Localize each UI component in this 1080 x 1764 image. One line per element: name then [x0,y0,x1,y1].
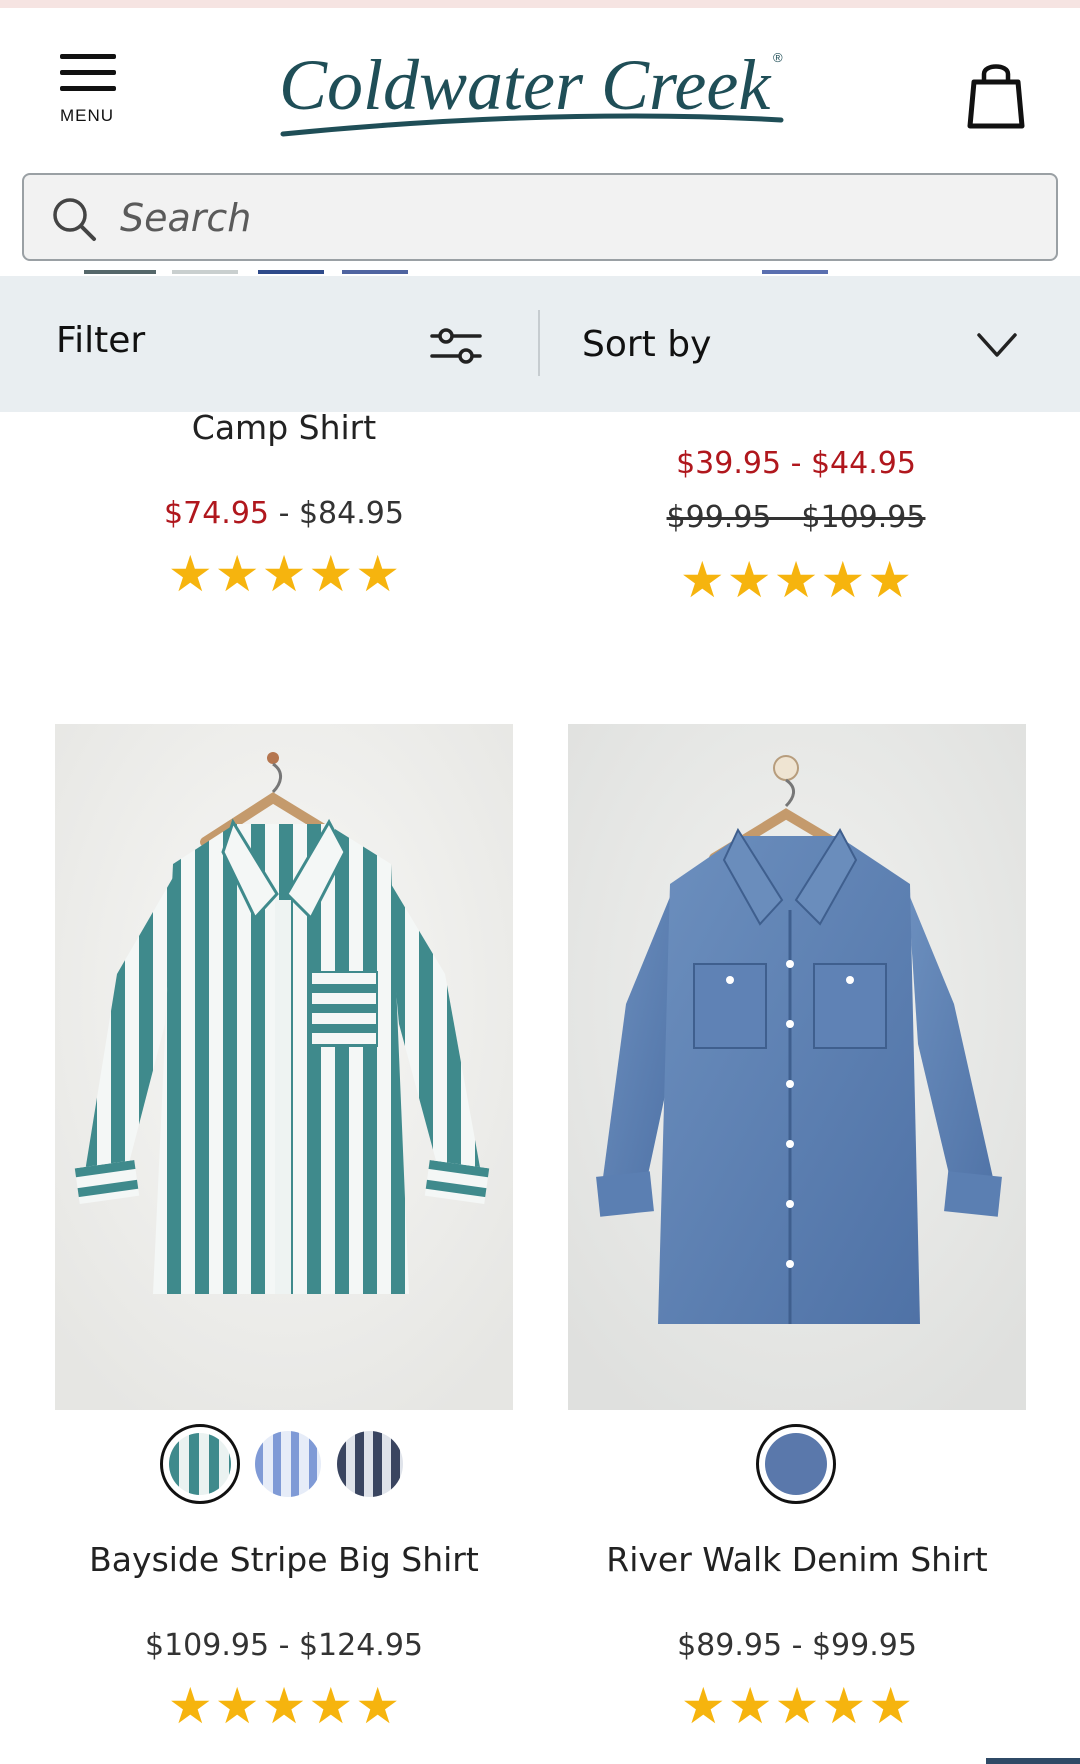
star-icon: ★ [867,551,913,609]
brand-logo[interactable]: Coldwater Creek ® [275,36,795,146]
star-icon: ★ [726,551,772,609]
price-separator: - [278,496,290,531]
star-rating: ★ ★ ★ ★ ★ [568,1677,1026,1735]
menu-icon [60,54,116,59]
star-icon: ★ [261,1677,307,1735]
search-icon [53,198,96,241]
top-accent-strip [0,0,1080,8]
regular-price: $84.95 [298,496,404,531]
star-icon: ★ [261,545,307,603]
star-rating: ★ ★ ★ ★ ★ [56,545,512,603]
star-rating: ★ ★ ★ ★ ★ [55,1677,513,1735]
star-icon: ★ [821,1677,867,1735]
sliders-icon [430,328,482,364]
original-price: $99.95 - $109.95 [666,500,926,535]
product-price: $74.95 - $84.95 [56,496,512,531]
color-swatch-navy-stripe[interactable] [330,1424,410,1504]
product-image-river-walk-denim[interactable] [568,724,1026,1410]
sort-label: Sort by [582,324,712,365]
star-icon: ★ [308,545,354,603]
site-header: MENU Coldwater Creek ® [0,8,1080,164]
color-swatch-blue-stripe[interactable] [248,1424,328,1504]
product-name[interactable]: River Walk Denim Shirt [568,1540,1026,1579]
star-icon: ★ [214,1677,260,1735]
menu-icon-bar [60,86,116,91]
star-icon: ★ [167,545,213,603]
star-icon: ★ [167,1677,213,1735]
search-bar[interactable] [22,173,1058,261]
star-icon: ★ [680,1677,726,1735]
star-icon: ★ [308,1677,354,1735]
star-icon: ★ [214,545,260,603]
chevron-down-icon [977,333,1017,357]
color-swatch-teal-stripe[interactable] [160,1424,240,1504]
star-icon: ★ [355,1677,401,1735]
star-icon: ★ [868,1677,914,1735]
search-input[interactable] [120,187,1020,249]
filter-sort-bar: Filter Sort by [0,276,1080,412]
sale-price: $74.95 [164,496,270,531]
floating-corner-button[interactable] [986,1758,1080,1764]
star-icon: ★ [355,545,401,603]
product-price: $109.95 - $124.95 [144,1628,423,1663]
product-price: $89.95 - $99.95 [677,1628,917,1663]
product-name[interactable]: Camp Shirt [56,408,512,447]
sale-price: $39.95 - $44.95 [676,446,916,481]
color-swatch-denim[interactable] [756,1424,836,1504]
menu-label: MENU [60,106,115,125]
star-icon: ★ [820,551,866,609]
filter-button[interactable]: Filter [0,276,538,412]
striped-shirt-image [55,724,513,1410]
denim-shirt-image [568,724,1026,1410]
shopping-bag-button[interactable] [966,60,1026,132]
star-icon: ★ [727,1677,773,1735]
product-name[interactable]: Bayside Stripe Big Shirt [55,1540,513,1579]
star-icon: ★ [774,1677,820,1735]
sort-by-dropdown[interactable]: Sort by [540,276,1080,412]
shopping-bag-icon [967,64,1025,129]
star-rating: ★ ★ ★ ★ ★ [568,551,1024,609]
menu-button[interactable]: MENU [56,54,122,134]
menu-icon-bar [60,70,116,75]
logo-swoosh [280,113,784,137]
filter-label: Filter [56,320,146,361]
product-image-bayside-stripe[interactable] [55,724,513,1410]
star-icon: ★ [679,551,725,609]
star-icon: ★ [773,551,819,609]
